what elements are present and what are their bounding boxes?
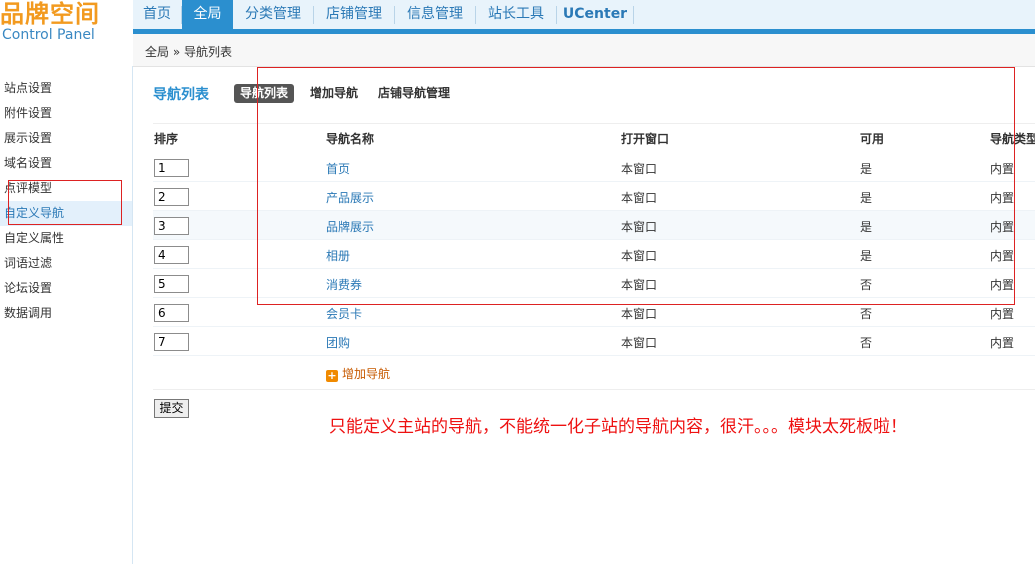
nav-name-link[interactable]: 团购 bbox=[326, 334, 350, 351]
table-row: 4 相册 本窗口 是 内置 bbox=[153, 240, 1035, 269]
enabled-value: 是 bbox=[860, 162, 873, 176]
top-nav: 首页 全局 分类管理 店铺管理 信息管理 站长工具 UCenter bbox=[133, 0, 1035, 29]
enabled-value: 否 bbox=[860, 278, 873, 292]
enabled-value: 是 bbox=[860, 220, 873, 234]
col-header-window: 打开窗口 bbox=[621, 132, 670, 146]
open-window-value: 本窗口 bbox=[621, 249, 658, 263]
order-input[interactable]: 2 bbox=[154, 188, 189, 206]
nav-type-value: 内置 bbox=[990, 307, 1015, 321]
col-header-enabled: 可用 bbox=[860, 132, 885, 146]
nav-name-link[interactable]: 产品展示 bbox=[326, 189, 374, 206]
nav-name-link[interactable]: 消费券 bbox=[326, 276, 362, 293]
nav-type-value: 内置 bbox=[990, 191, 1015, 205]
sidebar-item-display[interactable]: 展示设置 bbox=[0, 126, 132, 151]
divider bbox=[153, 389, 1035, 390]
open-window-value: 本窗口 bbox=[621, 336, 658, 350]
tab-shop-nav[interactable]: 店铺导航管理 bbox=[378, 84, 450, 103]
col-header-name: 导航名称 bbox=[326, 132, 375, 146]
topnav-divider bbox=[633, 6, 634, 24]
annotation-text: 只能定义主站的导航，不能统一化子站的导航内容，很汗。。。模块太死板啦！ bbox=[329, 417, 907, 437]
nav-type-value: 内置 bbox=[990, 336, 1015, 350]
nav-type-value: 内置 bbox=[990, 162, 1015, 176]
nav-name-link[interactable]: 品牌展示 bbox=[326, 218, 374, 235]
topnav-shop[interactable]: 店铺管理 bbox=[314, 0, 394, 29]
brand-logo: 品牌空间 bbox=[0, 0, 100, 28]
open-window-value: 本窗口 bbox=[621, 162, 658, 176]
sidebar-item-domain[interactable]: 域名设置 bbox=[0, 151, 132, 176]
table-row: 6 会员卡 本窗口 否 内置 bbox=[153, 298, 1035, 327]
enabled-value: 是 bbox=[860, 249, 873, 263]
enabled-value: 否 bbox=[860, 336, 873, 350]
sidebar-item-review-model[interactable]: 点评模型 bbox=[0, 176, 132, 201]
breadcrumb: 全局 » 导航列表 bbox=[145, 45, 232, 59]
table-row: 5 消费券 本窗口 否 内置 bbox=[153, 269, 1035, 298]
logo-area: 品牌空间 Control Panel bbox=[0, 0, 133, 66]
nav-name-link[interactable]: 会员卡 bbox=[326, 305, 362, 322]
enabled-value: 是 bbox=[860, 191, 873, 205]
open-window-value: 本窗口 bbox=[621, 307, 658, 321]
topnav-tools[interactable]: 站长工具 bbox=[476, 0, 556, 29]
enabled-value: 否 bbox=[860, 307, 873, 321]
tab-add-nav[interactable]: 增加导航 bbox=[310, 84, 358, 103]
order-input[interactable]: 5 bbox=[154, 275, 189, 293]
table-row: 1 首页 本窗口 是 内置 bbox=[153, 153, 1035, 182]
sidebar-item-data-call[interactable]: 数据调用 bbox=[0, 301, 132, 326]
add-nav-label: 增加导航 bbox=[342, 367, 391, 381]
nav-name-link[interactable]: 相册 bbox=[326, 247, 350, 264]
sidebar-item-attachment[interactable]: 附件设置 bbox=[0, 101, 132, 126]
control-panel-label: Control Panel bbox=[2, 27, 95, 43]
sidebar: 站点设置 附件设置 展示设置 域名设置 点评模型 自定义导航 自定义属性 词语过… bbox=[0, 66, 133, 564]
topnav-category[interactable]: 分类管理 bbox=[233, 0, 313, 29]
plus-icon: + bbox=[326, 369, 338, 382]
sidebar-item-site[interactable]: 站点设置 bbox=[0, 76, 132, 101]
table-row: 2 产品展示 本窗口 是 内置 bbox=[153, 182, 1035, 211]
col-header-order: 排序 bbox=[154, 132, 179, 146]
order-input[interactable]: 7 bbox=[154, 333, 189, 351]
nav-type-value: 内置 bbox=[990, 278, 1015, 292]
col-header-type: 导航类型 bbox=[990, 132, 1035, 146]
topnav-ucenter[interactable]: UCenter bbox=[557, 0, 633, 29]
sidebar-item-custom-nav[interactable]: 自定义导航 bbox=[0, 201, 132, 226]
nav-type-value: 内置 bbox=[990, 220, 1015, 234]
topnav-home[interactable]: 首页 bbox=[133, 0, 181, 29]
order-input[interactable]: 6 bbox=[154, 304, 189, 322]
topnav-global[interactable]: 全局 bbox=[182, 0, 233, 29]
order-input[interactable]: 4 bbox=[154, 246, 189, 264]
nav-type-value: 内置 bbox=[990, 249, 1015, 263]
submit-button[interactable]: 提交 bbox=[154, 399, 189, 418]
topnav-info[interactable]: 信息管理 bbox=[395, 0, 475, 29]
breadcrumb-bar: 全局 » 导航列表 bbox=[133, 34, 1035, 67]
order-input[interactable]: 3 bbox=[154, 217, 189, 235]
sidebar-item-custom-attr[interactable]: 自定义属性 bbox=[0, 226, 132, 251]
table-row: 3 品牌展示 本窗口 是 内置 bbox=[153, 211, 1035, 240]
table-row: 7 团购 本窗口 否 内置 bbox=[153, 327, 1035, 356]
divider bbox=[153, 123, 1035, 124]
order-input[interactable]: 1 bbox=[154, 159, 189, 177]
sidebar-item-forum[interactable]: 论坛设置 bbox=[0, 276, 132, 301]
tab-nav-list[interactable]: 导航列表 bbox=[234, 84, 295, 103]
open-window-value: 本窗口 bbox=[621, 220, 658, 234]
page-title: 导航列表 bbox=[153, 87, 209, 103]
add-nav-link[interactable]: + 增加导航 bbox=[326, 365, 390, 382]
sidebar-item-word-filter[interactable]: 词语过滤 bbox=[0, 251, 132, 276]
open-window-value: 本窗口 bbox=[621, 191, 658, 205]
open-window-value: 本窗口 bbox=[621, 278, 658, 292]
nav-name-link[interactable]: 首页 bbox=[326, 160, 350, 177]
